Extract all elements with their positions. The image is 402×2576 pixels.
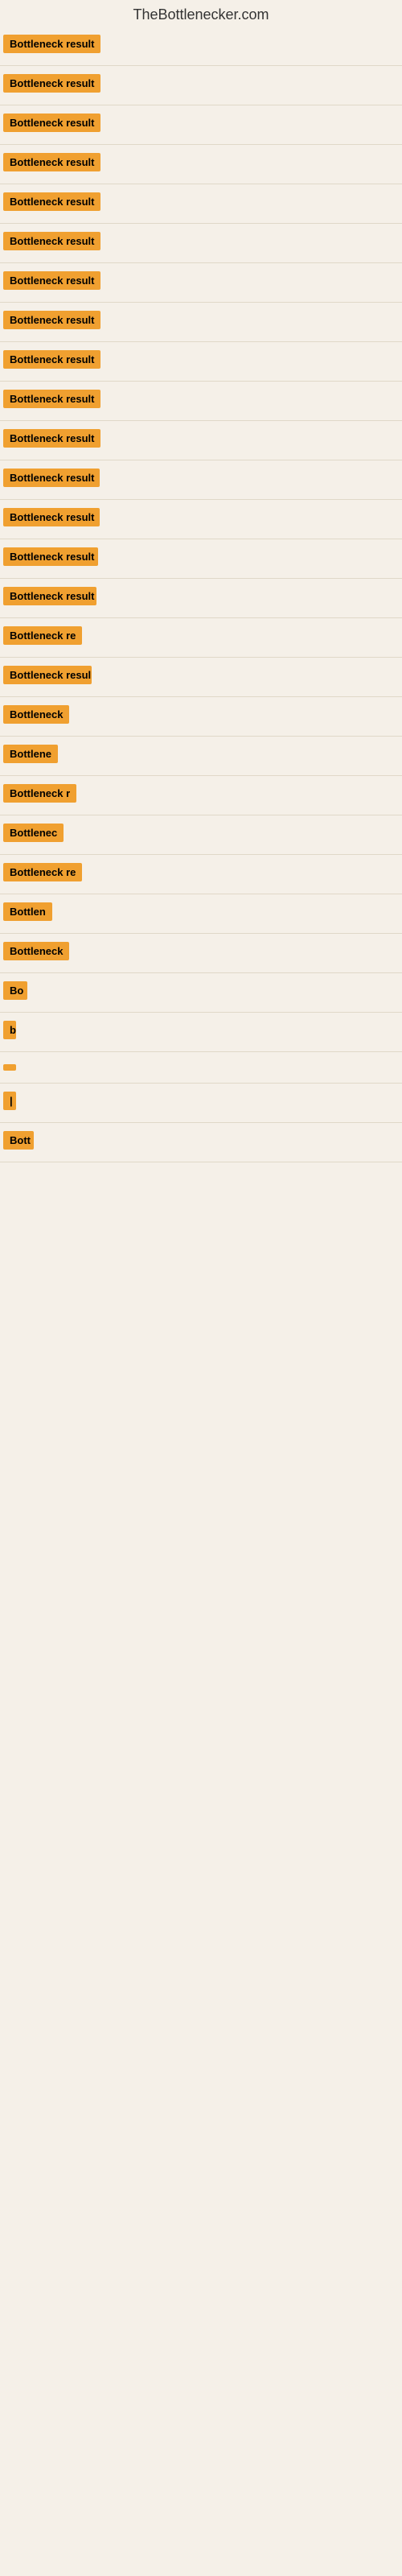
bottleneck-result-tag[interactable]: b — [3, 1021, 16, 1039]
list-item: Bottleneck r — [0, 776, 402, 815]
list-item: Bottleneck result — [0, 303, 402, 342]
list-item: Bottleneck result — [0, 263, 402, 303]
list-item: Bottleneck result — [0, 66, 402, 105]
bottleneck-result-tag[interactable]: Bottleneck result — [3, 311, 100, 329]
bottleneck-result-tag[interactable]: Bo — [3, 981, 27, 1000]
bottleneck-result-tag[interactable]: | — [3, 1092, 16, 1110]
bottleneck-result-tag[interactable]: Bottlene — [3, 745, 58, 763]
list-item — [0, 1052, 402, 1084]
bottleneck-result-tag[interactable]: Bottleneck result — [3, 587, 96, 605]
bottleneck-result-tag[interactable]: Bottleneck result — [3, 35, 100, 53]
bottleneck-result-tag[interactable]: Bottleneck result — [3, 192, 100, 211]
bottleneck-result-tag[interactable]: Bottleneck — [3, 705, 69, 724]
list-item: Bottleneck result — [0, 421, 402, 460]
bottleneck-result-tag[interactable]: Bottleneck result — [3, 153, 100, 171]
list-item: Bottleneck result — [0, 184, 402, 224]
bottleneck-result-tag[interactable]: Bottleneck re — [3, 863, 82, 881]
bottleneck-result-tag[interactable]: Bottleneck result — [3, 350, 100, 369]
list-item: Bottleneck result — [0, 145, 402, 184]
list-item: Bottleneck result — [0, 500, 402, 539]
list-item: Bottleneck resul — [0, 658, 402, 697]
bottleneck-result-tag[interactable]: Bottleneck result — [3, 508, 100, 526]
list-item: Bottleneck result — [0, 105, 402, 145]
list-item: Bottleneck result — [0, 342, 402, 382]
site-title: TheBottlenecker.com — [0, 0, 402, 27]
bottleneck-result-tag[interactable]: Bottleneck result — [3, 114, 100, 132]
bottleneck-result-tag[interactable]: Bottleneck result — [3, 547, 98, 566]
list-item: Bottlene — [0, 737, 402, 776]
list-item: Bottlenec — [0, 815, 402, 855]
bottleneck-result-tag[interactable]: Bottleneck result — [3, 271, 100, 290]
list-item: Bottleneck — [0, 934, 402, 973]
bottleneck-result-tag[interactable]: Bottleneck — [3, 942, 69, 960]
list-item: Bottleneck result — [0, 382, 402, 421]
bottleneck-result-tag[interactable]: Bottleneck result — [3, 74, 100, 93]
bottleneck-result-tag[interactable]: Bottleneck re — [3, 626, 82, 645]
list-item: Bo — [0, 973, 402, 1013]
list-item: Bottleneck re — [0, 618, 402, 658]
list-item: Bottleneck result — [0, 539, 402, 579]
list-item: Bottleneck result — [0, 460, 402, 500]
bottleneck-result-tag[interactable]: Bottleneck result — [3, 232, 100, 250]
list-item: | — [0, 1084, 402, 1123]
list-item: Bottlen — [0, 894, 402, 934]
bottleneck-result-tag[interactable]: Bottlen — [3, 902, 52, 921]
list-item: Bottleneck re — [0, 855, 402, 894]
list-item: Bottleneck result — [0, 224, 402, 263]
list-item: Bottleneck result — [0, 27, 402, 66]
bottleneck-result-tag[interactable]: Bottleneck resul — [3, 666, 92, 684]
list-item: Bottleneck — [0, 697, 402, 737]
bottleneck-result-tag[interactable]: Bottleneck result — [3, 390, 100, 408]
list-item: Bottleneck result — [0, 579, 402, 618]
bottleneck-result-tag[interactable]: Bottleneck result — [3, 429, 100, 448]
list-item: b — [0, 1013, 402, 1052]
page-wrapper: TheBottlenecker.com Bottleneck resultBot… — [0, 0, 402, 1162]
bottleneck-result-tag[interactable]: Bottleneck result — [3, 469, 100, 487]
bottleneck-result-tag[interactable] — [3, 1064, 16, 1071]
rows-container: Bottleneck result Bottleneck result Bottle… — [0, 27, 402, 1162]
bottleneck-result-tag[interactable]: Bottlenec — [3, 824, 64, 842]
bottleneck-result-tag[interactable]: Bottleneck r — [3, 784, 76, 803]
bottleneck-result-tag[interactable]: Bott — [3, 1131, 34, 1150]
list-item: Bott — [0, 1123, 402, 1162]
